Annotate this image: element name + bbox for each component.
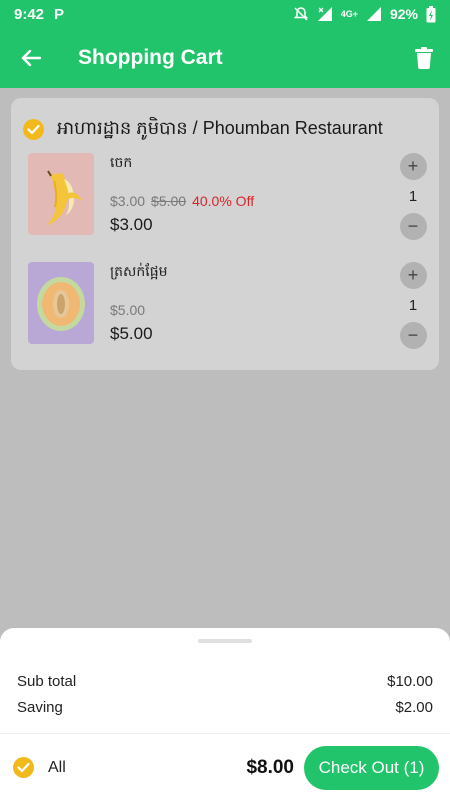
cart-item: ត្រសក់ផ្អែម $5.00 $5.00 + 1 −: [28, 262, 428, 352]
quantity-stepper: + 1 −: [398, 153, 428, 240]
saving-value: $2.00: [395, 699, 433, 716]
status-bar: 9:42 P 4G+ 92%: [0, 0, 450, 28]
checkout-sheet: Sub total $10.00 Saving $2.00 All $8.00 …: [0, 628, 450, 800]
mute-alarm-icon: [293, 6, 309, 22]
battery-percent: 92%: [389, 6, 418, 22]
decrease-quantity-button[interactable]: −: [399, 322, 427, 349]
quantity-stepper: + 1 −: [398, 262, 428, 349]
store-checkbox[interactable]: [23, 119, 44, 140]
quantity-value: 1: [408, 188, 418, 205]
store-cart-card: អាហារដ្ឋាន ភូមិបាន / Phoumban Restaurant…: [11, 98, 439, 370]
saving-label: Saving: [17, 699, 63, 716]
select-all-checkbox[interactable]: [13, 757, 34, 778]
subtotal-value: $10.00: [387, 673, 433, 690]
check-icon: [27, 124, 40, 135]
trash-icon: [415, 47, 433, 69]
original-price: $5.00: [151, 193, 187, 209]
subtotal-row: Sub total $10.00: [17, 673, 433, 690]
product-image-melon[interactable]: [28, 262, 94, 344]
store-name: អាហារដ្ឋាន ភូមិបាន / Phoumban Restaurant: [57, 118, 383, 138]
signal-x-icon: [317, 6, 333, 22]
item-total: $3.00: [110, 215, 153, 234]
product-name: ត្រសក់ផ្អែម: [110, 263, 168, 279]
price-line: $3.00 $5.00 40.0% Off: [110, 193, 254, 209]
app-bar: Shopping Cart: [0, 28, 450, 88]
battery-charging-icon: [426, 5, 436, 23]
status-time: 9:42: [14, 5, 45, 23]
delete-button[interactable]: [398, 28, 450, 88]
minus-icon: −: [407, 325, 419, 345]
saving-row: Saving $2.00: [17, 699, 433, 716]
select-all-label: All: [48, 758, 66, 776]
product-image-banana[interactable]: [28, 153, 94, 235]
discount-badge: 40.0% Off: [192, 193, 255, 209]
drag-handle[interactable]: [198, 639, 252, 643]
price-line: $5.00: [110, 302, 145, 318]
page-title: Shopping Cart: [78, 46, 223, 69]
subtotal-label: Sub total: [17, 673, 77, 690]
parking-app-icon: P: [54, 5, 65, 23]
sale-price: $3.00: [110, 193, 146, 209]
checkout-bar: All $8.00 Check Out (1): [0, 735, 450, 800]
back-button[interactable]: [0, 28, 62, 88]
minus-icon: −: [407, 216, 419, 236]
cart-total: $8.00: [246, 756, 294, 778]
check-icon: [17, 762, 30, 773]
quantity-value: 1: [408, 297, 418, 314]
sale-price: $5.00: [110, 302, 146, 318]
arrow-left-icon: [21, 49, 41, 67]
signal-icon: [366, 6, 382, 22]
cart-item: ចេក $3.00 $5.00 40.0% Off $3.00 + 1 −: [28, 153, 428, 243]
plus-icon: +: [407, 265, 419, 285]
plus-icon: +: [407, 156, 419, 176]
network-type-icon: 4G+: [340, 9, 358, 19]
checkout-button[interactable]: Check Out (1): [304, 745, 439, 790]
decrease-quantity-button[interactable]: −: [399, 213, 427, 240]
item-total: $5.00: [110, 324, 153, 343]
increase-quantity-button[interactable]: +: [399, 262, 427, 289]
product-name: ចេក: [110, 154, 133, 170]
increase-quantity-button[interactable]: +: [399, 153, 427, 180]
store-header[interactable]: អាហារដ្ឋាន ភូមិបាន / Phoumban Restaurant: [23, 116, 383, 143]
divider: [0, 733, 450, 734]
